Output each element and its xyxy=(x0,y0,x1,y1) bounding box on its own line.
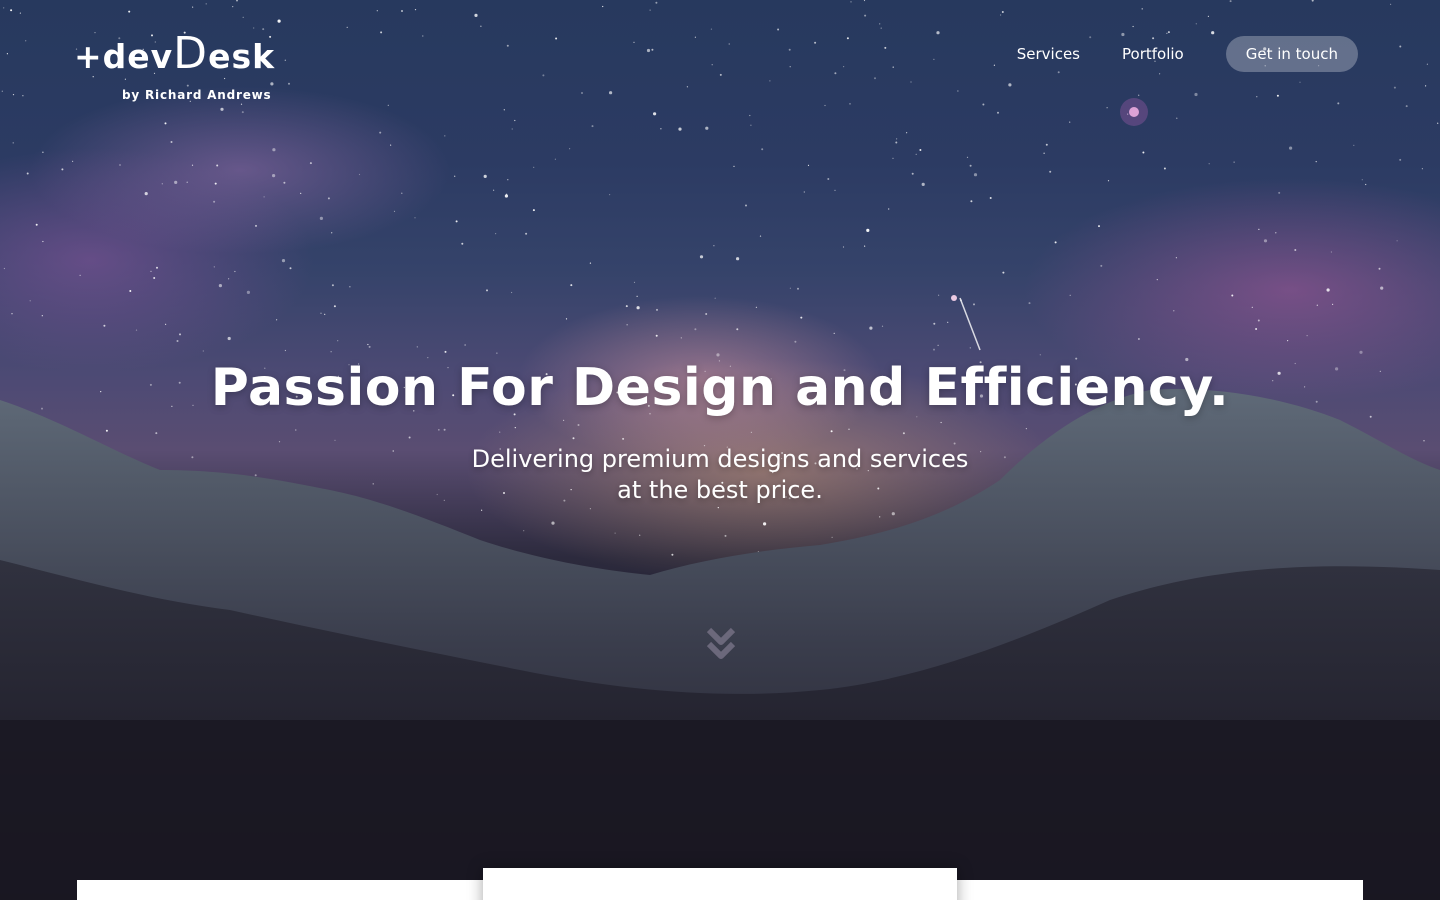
hero-headline: Passion For Design and Efficiency. xyxy=(210,358,1230,418)
hero-section: +devDesk by Richard Andrews Services Por… xyxy=(0,0,1440,900)
get-in-touch-button[interactable]: Get in touch xyxy=(1225,36,1358,72)
hero-subline-line-2: at the best price. xyxy=(617,476,823,504)
logo-wordmark: +devDesk xyxy=(74,32,274,76)
logo-d: D xyxy=(173,28,209,79)
main-nav: Services Portfolio Get in touch xyxy=(1017,36,1358,72)
service-card-center[interactable] xyxy=(483,868,957,900)
double-chevron-down-icon[interactable] xyxy=(704,624,738,664)
service-card-right[interactable] xyxy=(957,880,1363,900)
site-logo[interactable]: +devDesk by Richard Andrews xyxy=(74,32,274,103)
hero-subline-line-1: Delivering premium designs and services xyxy=(471,445,969,473)
hero-subline: Delivering premium designs and services … xyxy=(0,444,1440,506)
logo-suffix: esk xyxy=(208,37,276,76)
nav-link-services[interactable]: Services xyxy=(1017,45,1080,63)
logo-byline: by Richard Andrews xyxy=(122,88,272,102)
logo-prefix: +dev xyxy=(74,37,174,76)
nav-link-portfolio[interactable]: Portfolio xyxy=(1122,45,1184,63)
service-card-left[interactable] xyxy=(77,880,483,900)
